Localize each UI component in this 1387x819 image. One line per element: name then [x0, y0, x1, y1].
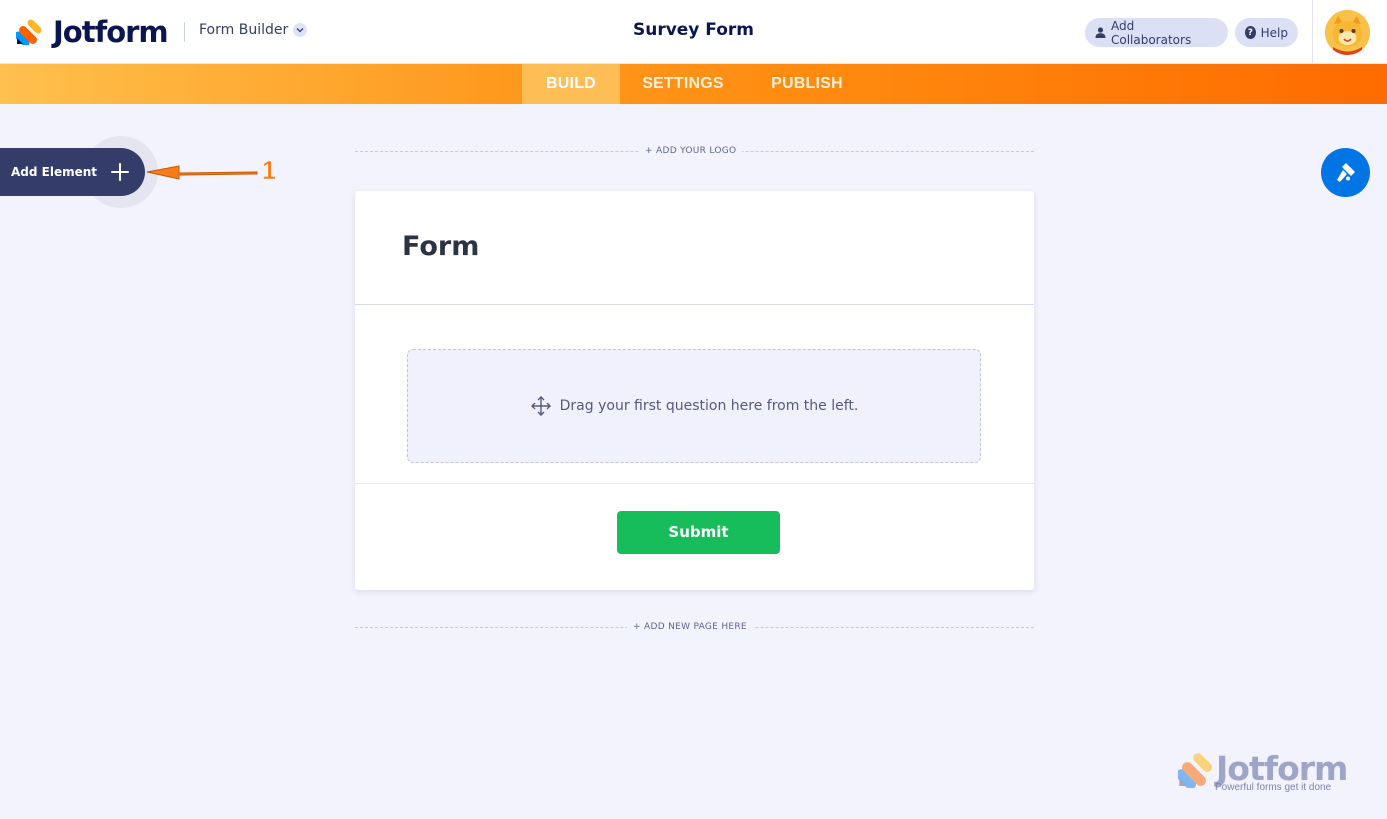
add-collaborators-button[interactable]: Add Collaborators — [1085, 18, 1228, 47]
tab-publish[interactable]: PUBLISH — [762, 64, 852, 104]
jotform-watermark-icon — [1178, 753, 1213, 788]
tab-build[interactable]: BUILD — [522, 64, 620, 104]
form-designer-button[interactable] — [1321, 148, 1370, 197]
form-heading[interactable]: Form — [402, 231, 479, 262]
add-collaborators-label: Add Collaborators — [1110, 18, 1192, 47]
watermark-tagline: Powerful forms get it done — [1215, 782, 1332, 793]
add-element-button[interactable]: Add Element — [0, 148, 145, 196]
form-card: Form Drag your first question here from … — [355, 191, 1034, 590]
jotform-logo[interactable]: Jotform — [16, 15, 169, 49]
brand-name: Jotform — [53, 15, 169, 49]
paint-roller-icon — [1336, 162, 1355, 182]
jotform-logo-icon — [16, 19, 42, 45]
form-builder-dropdown[interactable]: Form Builder — [199, 22, 308, 38]
user-avatar[interactable] — [1325, 10, 1370, 55]
jotform-watermark: Jotform Powerful forms get it done — [1178, 749, 1353, 794]
page: Jotform Form Builder Survey Form Add Col… — [0, 0, 1387, 819]
add-logo-link[interactable]: + ADD YOUR LOGO — [639, 146, 743, 156]
user-icon — [1095, 27, 1106, 38]
plus-icon — [111, 163, 129, 181]
annotation-arrow: 1 — [146, 155, 277, 185]
chevron-down-icon — [293, 23, 308, 37]
builder-nav: BUILD SETTINGS PUBLISH — [0, 64, 1387, 104]
help-label: Help — [1260, 25, 1288, 40]
avatar-cat-icon — [1325, 10, 1370, 55]
submit-button[interactable]: Submit — [617, 511, 780, 554]
tab-settings[interactable]: SETTINGS — [633, 64, 733, 104]
annotation-number: 1 — [262, 155, 276, 185]
move-icon — [530, 396, 551, 416]
heading-divider — [355, 304, 1034, 305]
header-divider — [184, 22, 185, 42]
form-builder-label: Form Builder — [199, 22, 289, 38]
header-divider-right — [1312, 0, 1313, 64]
add-element-label: Add Element — [11, 165, 98, 179]
help-button[interactable]: ? Help — [1235, 18, 1298, 47]
submit-divider — [355, 483, 1034, 484]
help-icon: ? — [1245, 26, 1256, 39]
dropzone-text: Drag your first question here from the l… — [559, 398, 859, 414]
top-bar: Jotform Form Builder Survey Form Add Col… — [0, 0, 1387, 64]
question-dropzone[interactable]: Drag your first question here from the l… — [407, 349, 981, 463]
add-page-link[interactable]: + ADD NEW PAGE HERE — [627, 622, 753, 632]
